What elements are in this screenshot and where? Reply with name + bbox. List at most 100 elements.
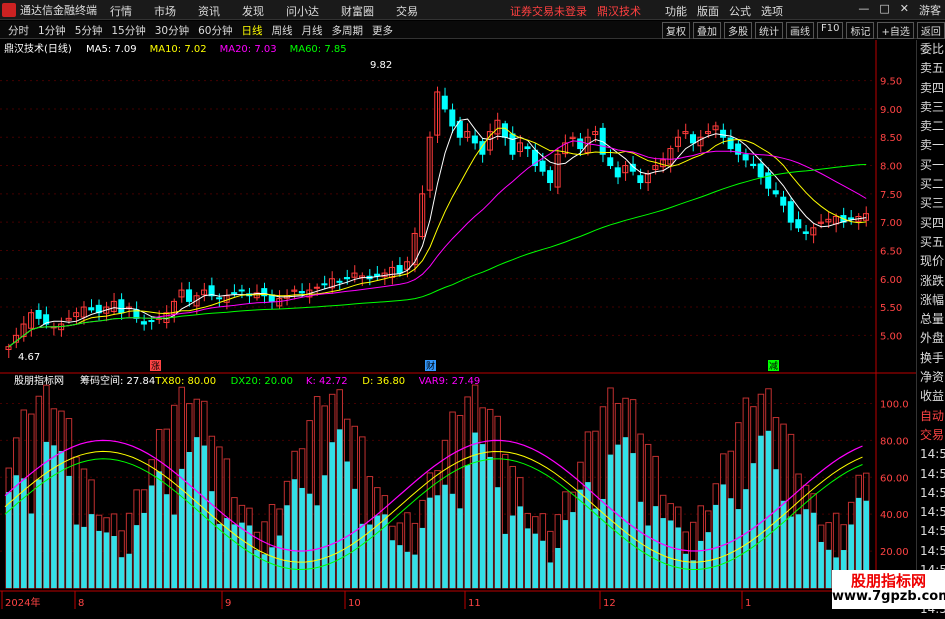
menu-item-1[interactable]: 市场 xyxy=(154,3,176,19)
tool-button-3[interactable]: 统计 xyxy=(755,22,783,39)
quote-label-6: 买一 xyxy=(920,157,945,172)
ind-bar-cyan-86 xyxy=(652,506,659,588)
candle-body-95 xyxy=(720,129,727,138)
maximize-icon[interactable]: □ xyxy=(879,2,889,18)
tool-button-1[interactable]: 叠加 xyxy=(693,22,721,39)
candle-body-103 xyxy=(780,196,787,206)
tool-button-6[interactable]: 标记 xyxy=(846,22,875,39)
ind-bar-cyan-40 xyxy=(306,493,313,588)
ind-bar-cyan-44 xyxy=(336,429,343,588)
period-tab-7[interactable]: 周线 xyxy=(272,23,293,38)
candle-body-102 xyxy=(772,190,779,195)
tool-button-8[interactable]: 返回 xyxy=(916,22,945,39)
period-tab-5[interactable]: 60分钟 xyxy=(198,23,232,38)
period-tab-2[interactable]: 5分钟 xyxy=(75,23,103,38)
right-menu-item-0[interactable]: 功能 xyxy=(665,3,687,19)
app-title-text: 通达信金融终端 xyxy=(20,4,97,17)
indicator-label-0: 筹码空间: 27.84 xyxy=(80,374,155,387)
ind-tick-2: 60.00 xyxy=(880,473,909,484)
ind-bar-cyan-4 xyxy=(36,479,42,588)
menu-item-2[interactable]: 资讯 xyxy=(198,3,220,19)
candle-body-52 xyxy=(396,265,403,274)
candle-body-4 xyxy=(35,309,42,319)
right-menu-item-3[interactable]: 选项 xyxy=(761,3,783,19)
chart-area[interactable]: 9.50 9.00 8.50 8.00 7.50 7.00 6.50 6.00 5.50 5.00… xyxy=(0,40,916,609)
ind-bar-cyan-106 xyxy=(803,509,809,588)
menu-item-0[interactable]: 行情 xyxy=(110,3,132,19)
ind-bar-cyan-63 xyxy=(479,444,486,588)
ind-tick-1: 80.00 xyxy=(880,436,909,447)
ind-bar-cyan-9 xyxy=(73,524,80,588)
quote-panel: 委比 卖五 卖四 卖三 卖二 卖一 买一 买二 买三 买四 买五 现价 涨跌 涨幅 总量 外盘 换手 净资 收益 自动… xyxy=(916,40,945,616)
ind-bar-cyan-82 xyxy=(622,437,629,588)
ind-bar-cyan-90 xyxy=(682,553,689,588)
period-tab-1[interactable]: 1分钟 xyxy=(38,23,66,38)
period-tab-6[interactable]: 日线 xyxy=(242,23,263,38)
period-tab-3[interactable]: 15分钟 xyxy=(111,23,145,38)
ind-bar-cyan-31 xyxy=(239,522,245,588)
period-tab-8[interactable]: 月线 xyxy=(302,23,323,38)
ind-tick-3: 40.00 xyxy=(880,510,909,521)
candle-body-59 xyxy=(449,109,456,127)
tool-button-2[interactable]: 多股 xyxy=(724,22,752,39)
notice-item-0[interactable]: 证券交易未登录 xyxy=(510,3,587,19)
tool-button-4[interactable]: 画线 xyxy=(786,22,814,39)
ind-bar-cyan-91 xyxy=(690,560,696,588)
quote-label-19: 自动 xyxy=(920,408,945,423)
ind-bar-cyan-18 xyxy=(141,512,147,588)
period-tab-10[interactable]: 更多 xyxy=(372,23,393,38)
ind-bar-cyan-53 xyxy=(404,551,411,588)
quote-label-11: 现价 xyxy=(920,254,945,269)
ind-bar-cyan-2 xyxy=(21,478,27,588)
candle-body-31 xyxy=(238,289,245,292)
ind-bar-cyan-0 xyxy=(6,492,12,588)
ind-bar-cyan-72 xyxy=(547,562,554,588)
period-toolbar: 分时 1分钟 5分钟 15分钟 30分钟 60分钟 日线 周线 月线 多周期 更多 复权 叠加 多股 统计… xyxy=(0,21,945,39)
period-tab-0[interactable]: 分时 xyxy=(8,23,29,38)
notice-item-1[interactable]: 鼎汉技术 xyxy=(597,3,641,19)
ind-bar-cyan-94 xyxy=(713,504,719,588)
ind-bar-cyan-58 xyxy=(442,484,448,588)
quote-label-25: 14:56 xyxy=(920,524,945,539)
ind-tick-0: 100.0 xyxy=(880,399,909,410)
quote-label-18: 收益 xyxy=(920,389,945,404)
guest-label[interactable]: 游客 xyxy=(919,2,941,18)
tool-button-7[interactable]: +自选 xyxy=(877,22,914,39)
menu-item-6[interactable]: 交易 xyxy=(396,3,418,19)
main-menu: 行情 市场 资讯 发现 问小达 财富圈 交易 xyxy=(110,3,418,19)
quote-label-17: 净资 xyxy=(920,370,945,385)
quote-label-23: 14:56 xyxy=(920,485,945,500)
ind-bar-cyan-67 xyxy=(509,515,516,588)
ind-bar-cyan-8 xyxy=(66,475,72,588)
menu-item-5[interactable]: 财富圈 xyxy=(341,3,374,19)
quote-label-9: 买四 xyxy=(920,215,945,230)
ind-bar-cyan-60 xyxy=(457,508,463,588)
price-tick-0: 9.50 xyxy=(880,77,902,88)
price-tick-7: 6.00 xyxy=(880,275,902,286)
close-icon[interactable]: ✕ xyxy=(900,2,909,18)
right-menu-item-1[interactable]: 版面 xyxy=(697,3,719,19)
indicator-label-5: VAR9: 27.49 xyxy=(419,376,481,387)
candle-body-84 xyxy=(637,175,644,184)
menu-item-3[interactable]: 发现 xyxy=(242,3,264,19)
candle-body-98 xyxy=(742,154,749,161)
period-tab-9[interactable]: 多周期 xyxy=(332,23,364,38)
right-menu-item-2[interactable]: 公式 xyxy=(729,3,751,19)
candle-body-100 xyxy=(757,163,764,178)
minimize-icon[interactable]: — xyxy=(858,2,869,18)
low-price-label: 4.67 xyxy=(18,352,40,363)
candle-body-44 xyxy=(336,280,343,283)
price-tick-8: 5.50 xyxy=(880,303,902,314)
date-tick-2: 9 xyxy=(225,598,231,609)
menu-item-4[interactable]: 问小达 xyxy=(286,3,319,19)
tool-button-0[interactable]: 复权 xyxy=(662,22,690,39)
candle-body-41 xyxy=(313,286,320,289)
period-tabs: 分时 1分钟 5分钟 15分钟 30分钟 60分钟 日线 周线 月线 多周期 更多 xyxy=(8,23,393,38)
tool-button-5[interactable]: F10 xyxy=(817,22,844,39)
quote-label-26: 14:56 xyxy=(920,543,945,558)
ind-bar-cyan-35 xyxy=(269,547,275,588)
price-tick-5: 7.00 xyxy=(880,218,902,229)
ind-bar-cyan-71 xyxy=(540,540,546,588)
period-tab-4[interactable]: 30分钟 xyxy=(155,23,189,38)
ind-bar-cyan-66 xyxy=(502,533,508,588)
